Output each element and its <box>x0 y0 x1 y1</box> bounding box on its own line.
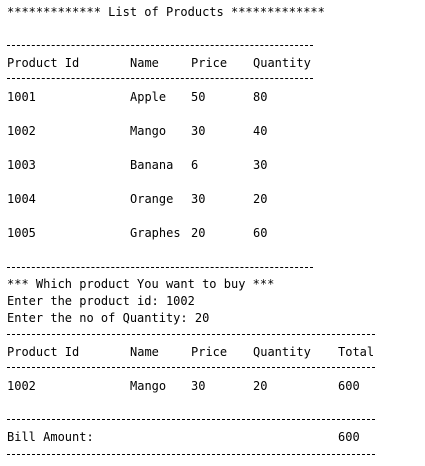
cell-price: 20 <box>191 226 206 240</box>
col-quantity: Quantity <box>253 56 311 70</box>
cell-product-id: 1003 <box>7 158 36 172</box>
cell-product-id: 1001 <box>7 90 36 104</box>
cell-product-id: 1002 <box>7 379 36 393</box>
cell-price: 6 <box>191 158 199 172</box>
cell-name: Graphes <box>130 226 181 240</box>
cell-quantity: 20 <box>253 192 268 206</box>
table-row: 1002 Mango 30 40 <box>7 123 407 140</box>
cell-quantity: 30 <box>253 158 268 172</box>
quantity-entry: Enter the no of Quantity: 20 <box>7 311 210 325</box>
table-row: 1001 Apple 50 80 <box>7 89 407 106</box>
cell-quantity: 40 <box>253 124 268 138</box>
table-row: 1005 Graphes 20 60 <box>7 225 407 242</box>
table-row: 1003 Banana 6 30 <box>7 157 407 174</box>
bill-amount-row: Bill Amount: 600 <box>7 429 417 446</box>
cell-name: Banana <box>130 158 174 172</box>
divider <box>7 334 375 335</box>
col-total: Total <box>338 345 375 359</box>
cell-name: Mango <box>130 124 167 138</box>
cell-quantity: 80 <box>253 90 268 104</box>
list-header-row: Product Id Name Price Quantity <box>7 55 407 72</box>
product-id-entry: Enter the product id: 1002 <box>7 294 195 308</box>
col-quantity: Quantity <box>253 345 311 359</box>
divider <box>7 267 313 268</box>
col-product-id: Product Id <box>7 56 80 70</box>
console-output: ************* List of Products *********… <box>7 0 425 466</box>
col-product-id: Product Id <box>7 345 80 359</box>
cell-product-id: 1005 <box>7 226 36 240</box>
divider <box>7 367 375 368</box>
cell-price: 50 <box>191 90 206 104</box>
cell-name: Apple <box>130 90 167 104</box>
divider <box>7 45 313 46</box>
bill-amount-value: 600 <box>338 430 360 444</box>
cell-name: Mango <box>130 379 167 393</box>
cell-product-id: 1004 <box>7 192 36 206</box>
table-row: 1002 Mango 30 20 600 <box>7 378 417 395</box>
divider <box>7 78 313 79</box>
bill-amount-label: Bill Amount: <box>7 430 94 444</box>
table-row: 1004 Orange 30 20 <box>7 191 407 208</box>
cell-quantity: 20 <box>253 379 268 393</box>
col-price: Price <box>191 345 228 359</box>
col-name: Name <box>130 56 159 70</box>
col-name: Name <box>130 345 159 359</box>
bill-header-row: Product Id Name Price Quantity Total <box>7 344 417 361</box>
col-price: Price <box>191 56 228 70</box>
cell-price: 30 <box>191 124 206 138</box>
list-title: ************* List of Products *********… <box>7 5 325 19</box>
cell-name: Orange <box>130 192 174 206</box>
cell-price: 30 <box>191 379 206 393</box>
divider <box>7 419 375 420</box>
buy-prompt: *** Which product You want to buy *** <box>7 277 275 291</box>
cell-product-id: 1002 <box>7 124 36 138</box>
cell-price: 30 <box>191 192 206 206</box>
cell-total: 600 <box>338 379 360 393</box>
cell-quantity: 60 <box>253 226 268 240</box>
divider <box>7 454 375 455</box>
